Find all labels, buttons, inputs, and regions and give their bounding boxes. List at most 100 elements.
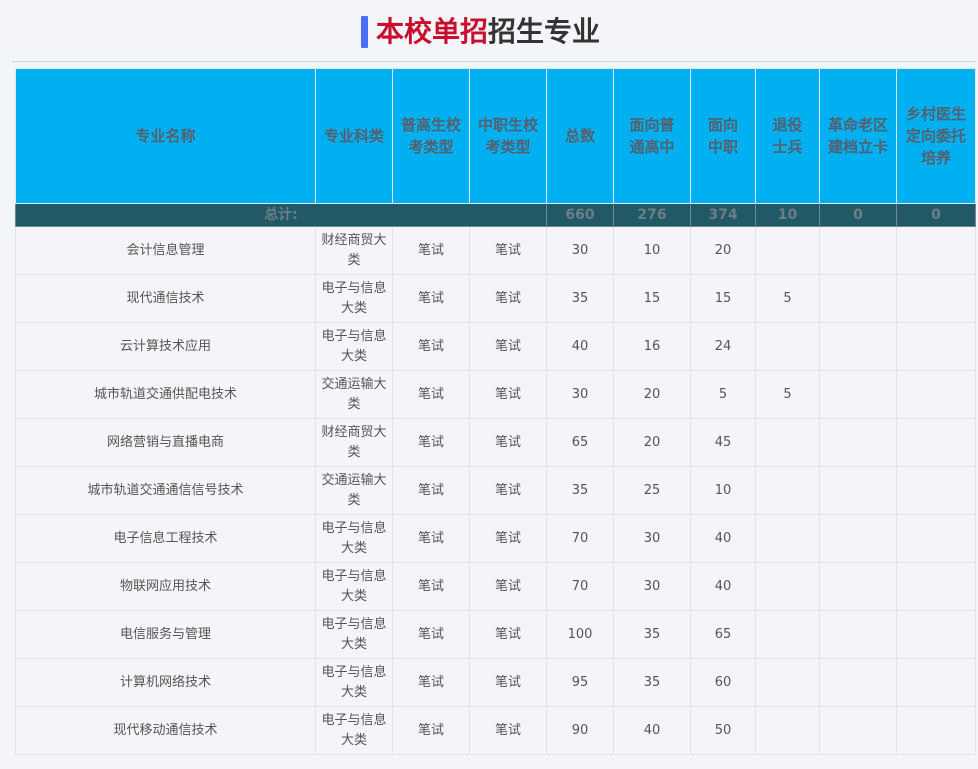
veteran-count-cell [755, 418, 820, 467]
total-label: 总计: [15, 203, 547, 227]
zhongzhi-count-cell: 24 [690, 322, 756, 371]
laoqu-count-cell [819, 274, 897, 323]
pugao-exam-type-cell: 笔试 [392, 610, 470, 659]
total-count-cell: 35 [546, 274, 614, 323]
major-name-cell: 电子信息工程技术 [15, 514, 316, 563]
major-name-cell: 云计算技术应用 [15, 322, 316, 371]
table-row: 会计信息管理 财经商贸大类 笔试 笔试 30 10 20 [15, 226, 976, 275]
total-count-cell: 95 [546, 658, 614, 707]
col-header-zhongzhi-exam[interactable]: 中职生校考类型 [469, 68, 547, 204]
pugao-exam-type-cell: 笔试 [392, 274, 470, 323]
pugao-exam-type-cell: 笔试 [392, 706, 470, 755]
veteran-count-cell [755, 322, 820, 371]
laoqu-count-cell [819, 226, 897, 275]
major-name-cell: 计算机网络技术 [15, 658, 316, 707]
gaozhong-count-cell: 30 [613, 514, 691, 563]
major-category-cell: 电子与信息大类 [315, 706, 393, 755]
zhongzhi-exam-type-cell: 笔试 [469, 274, 547, 323]
zhongzhi-exam-type-cell: 笔试 [469, 322, 547, 371]
major-category-cell: 电子与信息大类 [315, 562, 393, 611]
total-doctor: 0 [896, 203, 976, 227]
total-row: 总计: 660 276 374 10 0 0 [15, 203, 976, 227]
doctor-count-cell [896, 514, 976, 563]
pugao-exam-type-cell: 笔试 [392, 658, 470, 707]
table-row: 网络营销与直播电商 财经商贸大类 笔试 笔试 65 20 45 [15, 418, 976, 467]
table-row: 城市轨道交通通信信号技术 交通运输大类 笔试 笔试 35 25 10 [15, 466, 976, 515]
laoqu-count-cell [819, 370, 897, 419]
col-header-gaozhong[interactable]: 面向普通高中 [613, 68, 691, 204]
total-count-cell: 30 [546, 226, 614, 275]
major-category-cell: 电子与信息大类 [315, 658, 393, 707]
col-header-doctor[interactable]: 乡村医生定向委托培养 [896, 68, 976, 204]
table-row: 云计算技术应用 电子与信息大类 笔试 笔试 40 16 24 [15, 322, 976, 371]
gaozhong-count-cell: 20 [613, 418, 691, 467]
col-header-laoqu[interactable]: 革命老区建档立卡 [819, 68, 897, 204]
laoqu-count-cell [819, 514, 897, 563]
doctor-count-cell [896, 418, 976, 467]
col-header-veteran-label: 退役士兵 [772, 116, 803, 156]
gaozhong-count-cell: 25 [613, 466, 691, 515]
pugao-exam-type-cell: 笔试 [392, 226, 470, 275]
major-category-cell: 交通运输大类 [315, 466, 393, 515]
laoqu-count-cell [819, 562, 897, 611]
veteran-count-cell [755, 610, 820, 659]
pugao-exam-type-cell: 笔试 [392, 322, 470, 371]
laoqu-count-cell [819, 658, 897, 707]
major-name-cell: 现代通信技术 [15, 274, 316, 323]
major-category-cell: 电子与信息大类 [315, 610, 393, 659]
zhongzhi-count-cell: 10 [690, 466, 756, 515]
major-name-cell: 电信服务与管理 [15, 610, 316, 659]
col-header-doctor-label: 乡村医生定向委托培养 [905, 105, 966, 167]
col-header-veteran[interactable]: 退役士兵 [755, 68, 820, 204]
gaozhong-count-cell: 16 [613, 322, 691, 371]
gaozhong-count-cell: 40 [613, 706, 691, 755]
total-count-cell: 30 [546, 370, 614, 419]
veteran-count-cell [755, 466, 820, 515]
veteran-count-cell [755, 658, 820, 707]
zhongzhi-exam-type-cell: 笔试 [469, 658, 547, 707]
col-header-name[interactable]: 专业名称 [15, 68, 316, 204]
table-row: 计算机网络技术 电子与信息大类 笔试 笔试 95 35 60 [15, 658, 976, 707]
total-laoqu: 0 [819, 203, 897, 227]
col-header-total[interactable]: 总数 [546, 68, 614, 204]
gaozhong-count-cell: 15 [613, 274, 691, 323]
gaozhong-count-cell: 10 [613, 226, 691, 275]
doctor-count-cell [896, 658, 976, 707]
page-title: 本校单招 招生专业 [361, 14, 600, 50]
zhongzhi-count-cell: 15 [690, 274, 756, 323]
col-header-pugao-exam-label: 普高生校考类型 [400, 116, 461, 156]
zhongzhi-count-cell: 45 [690, 418, 756, 467]
col-header-pugao-exam[interactable]: 普高生校考类型 [392, 68, 470, 204]
total-count-cell: 100 [546, 610, 614, 659]
laoqu-count-cell [819, 418, 897, 467]
veteran-count-cell [755, 562, 820, 611]
gaozhong-count-cell: 35 [613, 658, 691, 707]
doctor-count-cell [896, 322, 976, 371]
pugao-exam-type-cell: 笔试 [392, 514, 470, 563]
pugao-exam-type-cell: 笔试 [392, 370, 470, 419]
table-row: 城市轨道交通供配电技术 交通运输大类 笔试 笔试 30 20 5 5 [15, 370, 976, 419]
major-category-cell: 交通运输大类 [315, 370, 393, 419]
major-category-cell: 财经商贸大类 [315, 418, 393, 467]
zhongzhi-count-cell: 65 [690, 610, 756, 659]
table-header-row: 专业名称 专业科类 普高生校考类型 中职生校考类型 总数 面向普通高中 面向中职… [15, 68, 976, 204]
major-category-cell: 电子与信息大类 [315, 274, 393, 323]
major-name-cell: 物联网应用技术 [15, 562, 316, 611]
zhongzhi-count-cell: 40 [690, 562, 756, 611]
col-header-zhongzhi-exam-label: 中职生校考类型 [477, 116, 538, 156]
page-header: 本校单招 招生专业 [0, 0, 978, 60]
gaozhong-count-cell: 35 [613, 610, 691, 659]
col-header-category[interactable]: 专业科类 [315, 68, 393, 204]
title-rest: 招生专业 [488, 15, 601, 48]
pugao-exam-type-cell: 笔试 [392, 562, 470, 611]
doctor-count-cell [896, 706, 976, 755]
col-header-zhongzhi[interactable]: 面向中职 [690, 68, 756, 204]
col-header-gaozhong-label: 面向普通高中 [629, 116, 675, 156]
doctor-count-cell [896, 370, 976, 419]
total-count-cell: 70 [546, 562, 614, 611]
total-zhongzhi: 374 [690, 203, 756, 227]
gaozhong-count-cell: 30 [613, 562, 691, 611]
title-highlight: 本校单招 [376, 15, 489, 48]
zhongzhi-count-cell: 5 [690, 370, 756, 419]
total-count: 660 [546, 203, 614, 227]
